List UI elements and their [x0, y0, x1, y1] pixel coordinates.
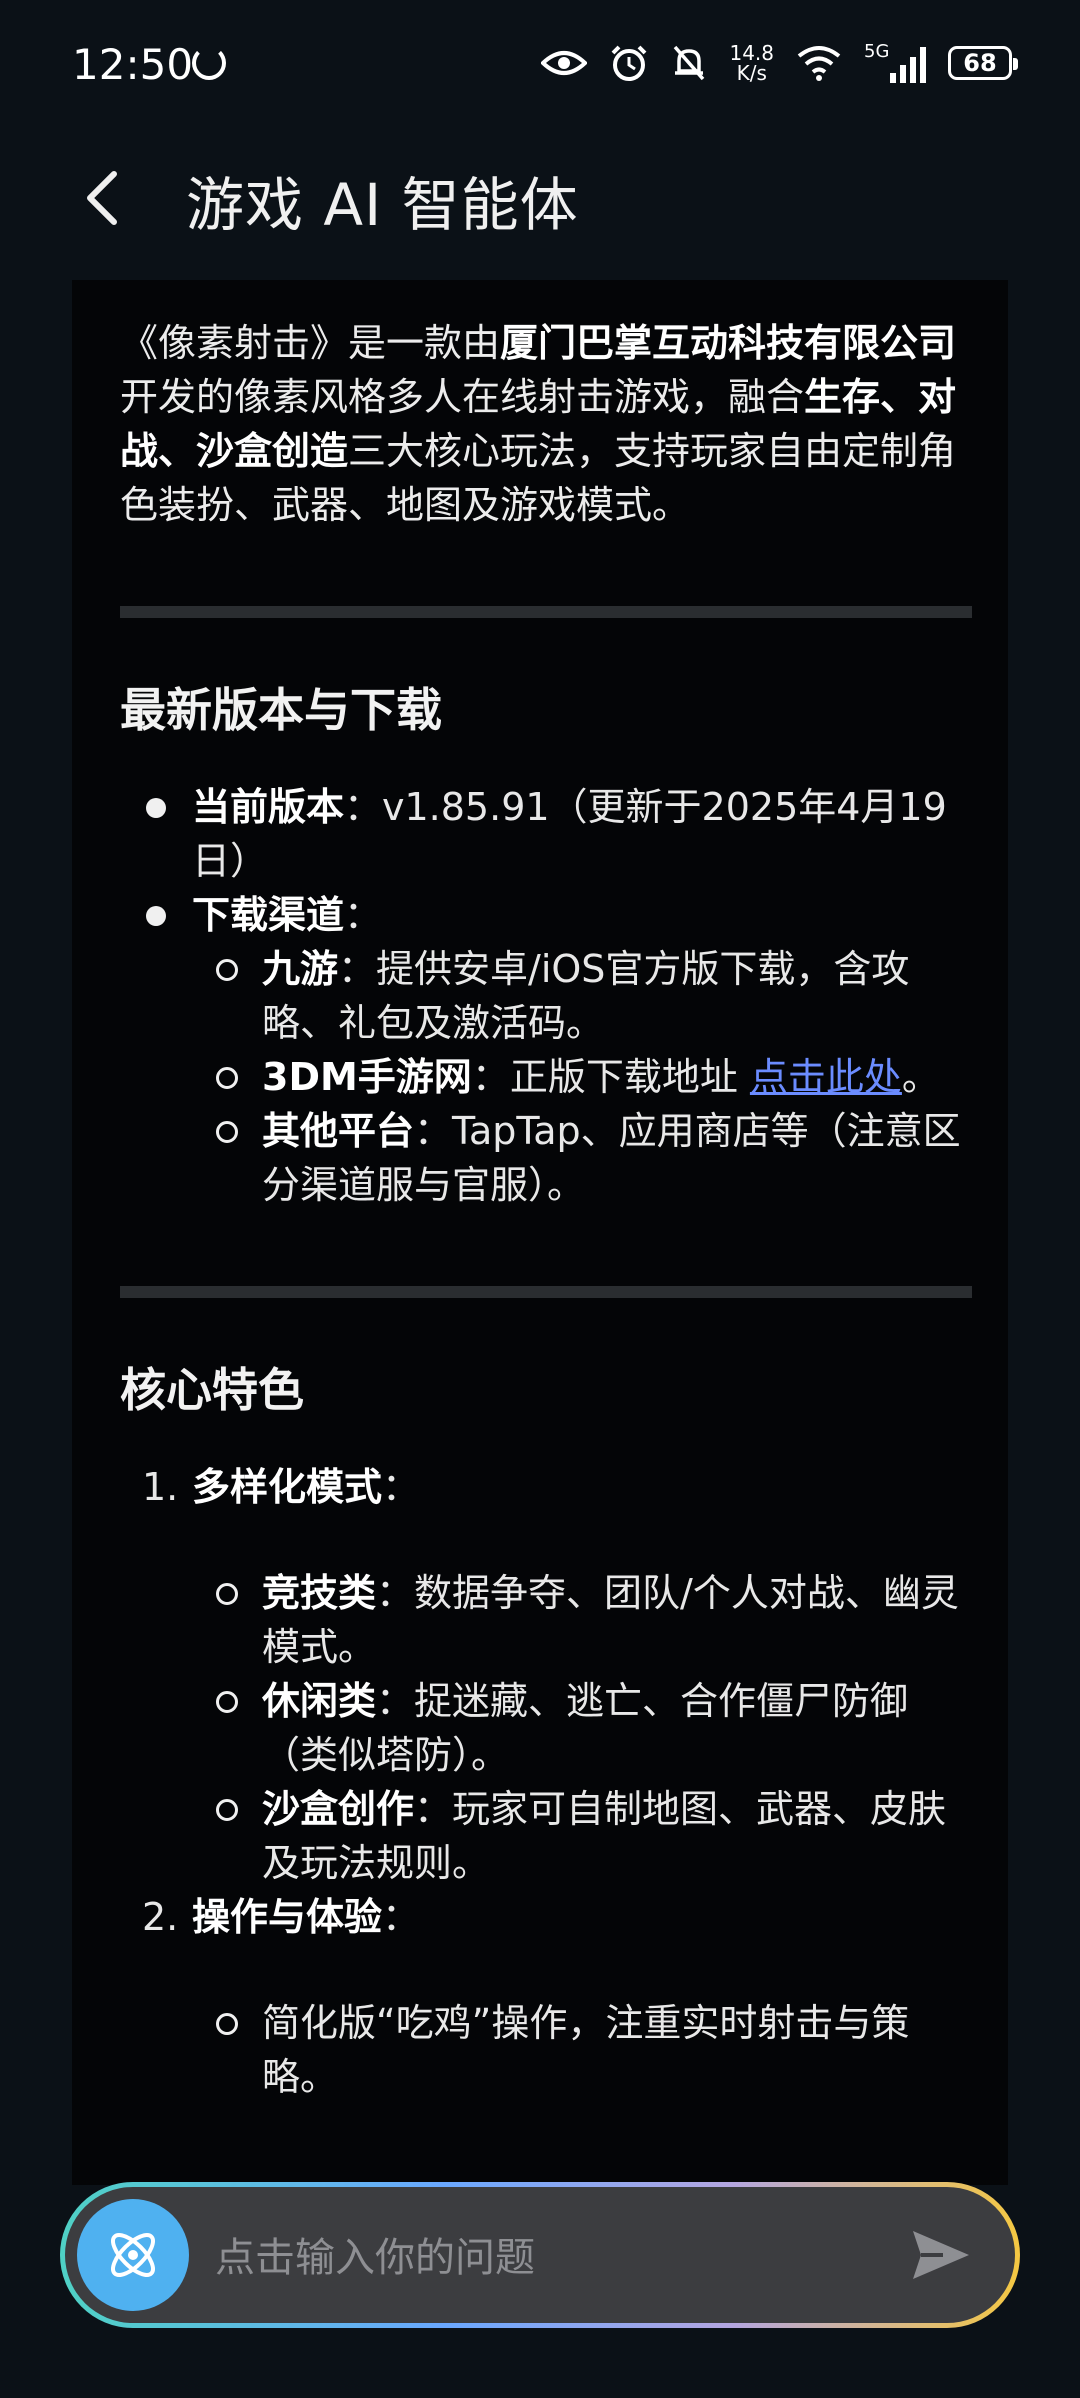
battery-icon: 68 [948, 46, 1018, 80]
list-item: 九游：提供安卓/iOS官方版下载，含攻略、礼包及激活码。 [120, 942, 972, 1050]
question-input-field[interactable]: 点击输入你的问题 [65, 2187, 1015, 2323]
list-item: 1. 多样化模式： [120, 1460, 972, 1514]
performance-icon [192, 46, 226, 80]
status-icons: 14.8 K/s 5G 68 [541, 38, 1018, 88]
bullet-icon [146, 798, 166, 818]
list-item: 沙盒创作：玩家可自制地图、武器、皮肤及玩法规则。 [120, 1782, 972, 1890]
circle-bullet-icon [216, 959, 238, 981]
list-item: 竞技类：数据争夺、团队/个人对战、幽灵模式。 [120, 1566, 972, 1674]
item-label: 沙盒创作 [262, 1787, 415, 1831]
item-label: 3DM手游网 [262, 1055, 472, 1099]
send-icon[interactable] [909, 2225, 973, 2285]
item-label: 休闲类 [262, 1679, 377, 1723]
item-text: 。 [901, 1055, 940, 1099]
intro-text: 开发的像素风格多人在线射击游戏，融合 [120, 375, 805, 419]
answer-content: 《像素射击》是一款由厦门巴掌互动科技有限公司开发的像素风格多人在线射击游戏，融合… [120, 316, 972, 2104]
network-speed-value: 14.8 [729, 41, 774, 65]
circle-bullet-icon [216, 1067, 238, 1089]
alarm-icon [612, 45, 647, 81]
wifi-icon [797, 46, 841, 81]
item-text: ：正版下载地址 [471, 1055, 750, 1099]
circle-bullet-icon [216, 1799, 238, 1821]
eye-icon [541, 51, 588, 75]
circle-bullet-icon [216, 1583, 238, 1605]
circle-bullet-icon [216, 2013, 238, 2035]
clock: 12:50 [72, 40, 194, 89]
network-speed-unit: K/s [736, 61, 767, 85]
list-item: 下载渠道： [120, 888, 972, 942]
list-item: 其他平台：TapTap、应用商店等（注意区分渠道服与官服）。 [120, 1104, 972, 1212]
item-number: 1. [142, 1465, 179, 1509]
circle-bullet-icon [216, 1691, 238, 1713]
atom-icon [111, 2233, 155, 2277]
section-heading: 核心特色 [120, 1363, 304, 1417]
input-placeholder[interactable]: 点击输入你的问题 [215, 2225, 535, 2283]
list-item: 3DM手游网：正版下载地址 点击此处。 [120, 1050, 972, 1104]
list-item: 休闲类：捉迷藏、逃亡、合作僵尸防御（类似塔防）。 [120, 1674, 972, 1782]
download-link[interactable]: 点击此处 [750, 1055, 902, 1099]
question-input-bar[interactable]: 点击输入你的问题 [60, 2182, 1020, 2328]
intro-bold: 厦门巴掌互动科技有限公司 [500, 321, 957, 365]
item-text: ：提供安卓/iOS官方版下载，含攻略、礼包及激活码。 [262, 947, 910, 1045]
section-heading: 最新版本与下载 [120, 683, 442, 737]
cellular-signal-icon: 5G [864, 41, 926, 83]
list-item: 2. 操作与体验： [120, 1890, 972, 1944]
item-label: 九游 [262, 947, 339, 991]
circle-bullet-icon [216, 1121, 238, 1143]
mute-bell-icon [674, 45, 705, 81]
item-label: 下载渠道 [192, 893, 345, 937]
item-label: 其他平台 [262, 1109, 415, 1153]
divider [120, 606, 972, 618]
item-label: 多样化模式 [192, 1465, 383, 1509]
bullet-icon [146, 906, 166, 926]
intro-paragraph: 《像素射击》是一款由厦门巴掌互动科技有限公司开发的像素风格多人在线射击游戏，融合… [120, 316, 972, 532]
divider [120, 1286, 972, 1298]
item-text: 简化版“吃鸡”操作，注重实时射击与策略。 [262, 2001, 910, 2099]
spacer [120, 1944, 972, 1996]
ai-agent-button[interactable] [77, 2199, 189, 2311]
app-header: 游戏 AI 智能体 [0, 140, 1080, 250]
spacer [120, 1514, 972, 1566]
back-icon[interactable] [82, 168, 122, 228]
item-label: 竞技类 [262, 1571, 377, 1615]
bullet-list: 当前版本：v1.85.91（更新于2025年4月19日） 下载渠道： 九游：提供… [120, 780, 972, 1212]
list-item: 简化版“吃鸡”操作，注重实时射击与策略。 [120, 1996, 972, 2104]
answer-card[interactable]: 《像素射击》是一款由厦门巴掌互动科技有限公司开发的像素风格多人在线射击游戏，融合… [72, 280, 1008, 2185]
network-type: 5G [864, 41, 890, 62]
battery-level: 68 [963, 49, 997, 77]
list-item: 当前版本：v1.85.91（更新于2025年4月19日） [120, 780, 972, 888]
item-label: 操作与体验 [192, 1895, 383, 1939]
item-number: 2. [142, 1895, 179, 1939]
intro-text: 《像素射击》是一款由 [120, 321, 501, 365]
item-text: ： [382, 1895, 421, 1939]
item-text: ： [344, 893, 383, 937]
item-text: ： [382, 1465, 421, 1509]
status-bar: 12:50 14.8 K/s 5G 68 [0, 0, 1080, 130]
numbered-list: 1. 多样化模式： 竞技类：数据争夺、团队/个人对战、幽灵模式。 休闲类：捉迷藏、… [120, 1460, 972, 2104]
item-label: 当前版本 [192, 785, 345, 829]
network-speed: 14.8 K/s [729, 43, 774, 83]
page-title: 游戏 AI 智能体 [186, 171, 579, 239]
